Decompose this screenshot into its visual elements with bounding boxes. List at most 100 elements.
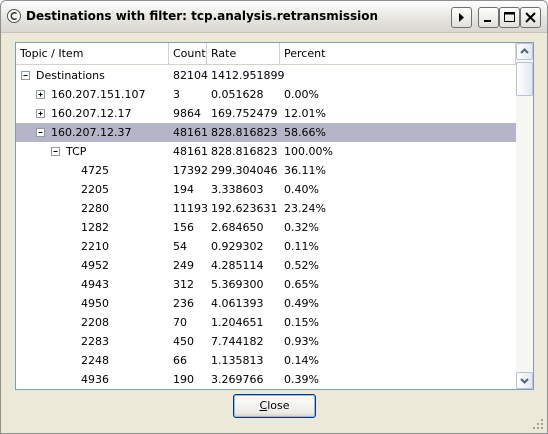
- row-percent: 23.24%: [284, 202, 326, 215]
- row-item: 2248: [81, 354, 109, 367]
- window-menu-arrow-icon: [459, 13, 464, 22]
- minimize-icon: [484, 20, 491, 22]
- row-count: 9864: [173, 107, 201, 120]
- minimize-button[interactable]: [478, 7, 499, 28]
- tree-row[interactable]: 4943 312 5.369300 0.65%: [16, 275, 516, 294]
- row-percent: 0.32%: [284, 221, 319, 234]
- expand-icon[interactable]: [36, 90, 45, 99]
- row-rate: 4.061393: [211, 297, 264, 310]
- row-count: 156: [173, 221, 194, 234]
- window-title: Destinations with filter: tcp.analysis.r…: [26, 9, 379, 23]
- row-percent: 0.11%: [284, 240, 319, 253]
- tree-row[interactable]: 2280 11193 192.623631 23.24%: [16, 199, 516, 218]
- vertical-scrollbar[interactable]: [516, 43, 533, 389]
- row-rate: 3.269766: [211, 373, 264, 386]
- row-percent: 0.52%: [284, 259, 319, 272]
- row-count: 48161: [173, 126, 208, 139]
- row-count: 450: [173, 335, 194, 348]
- row-item: 160.207.12.17: [51, 107, 132, 120]
- tree-row[interactable]: 160.207.151.107 3 0.051628 0.00%: [16, 85, 516, 104]
- row-percent: 12.01%: [284, 107, 326, 120]
- window-menu-button[interactable]: [451, 7, 472, 28]
- row-rate: 5.369300: [211, 278, 264, 291]
- row-rate: 192.623631: [211, 202, 278, 215]
- row-item: 160.207.151.107: [51, 88, 146, 101]
- row-count: 249: [173, 259, 194, 272]
- row-percent: 0.40%: [284, 183, 319, 196]
- title-bar[interactable]: Destinations with filter: tcp.analysis.r…: [1, 1, 547, 33]
- tree-row[interactable]: Destinations 82104 1412.951899: [16, 66, 516, 85]
- tree-row[interactable]: 4950 236 4.061393 0.49%: [16, 294, 516, 313]
- scroll-down-button[interactable]: [516, 372, 533, 389]
- column-header-topic[interactable]: Topic / Item: [16, 43, 169, 64]
- column-header-count[interactable]: Count: [169, 43, 207, 64]
- collapse-icon[interactable]: [36, 128, 45, 137]
- row-item: 4943: [81, 278, 109, 291]
- dialog-window: Destinations with filter: tcp.analysis.r…: [0, 0, 548, 434]
- row-rate: 0.051628: [211, 88, 264, 101]
- row-item: 1282: [81, 221, 109, 234]
- row-item: 2283: [81, 335, 109, 348]
- tree-row[interactable]: 4725 17392 299.304046 36.11%: [16, 161, 516, 180]
- row-count: 82104: [173, 69, 208, 82]
- row-count: 17392: [173, 164, 208, 177]
- row-item: 4725: [81, 164, 109, 177]
- row-item: 4936: [81, 373, 109, 386]
- maximize-button[interactable]: [499, 7, 520, 28]
- row-rate: 2.684650: [211, 221, 264, 234]
- row-percent: 58.66%: [284, 126, 326, 139]
- close-icon: [525, 12, 536, 23]
- row-rate: 828.816823: [211, 126, 278, 139]
- tree-row[interactable]: 2283 450 7.744182 0.93%: [16, 332, 516, 351]
- scroll-thumb[interactable]: [516, 62, 533, 96]
- tree-row[interactable]: 2205 194 3.338603 0.40%: [16, 180, 516, 199]
- app-icon[interactable]: [7, 9, 21, 23]
- row-rate: 828.816823: [211, 145, 278, 158]
- row-count: 236: [173, 297, 194, 310]
- row-percent: 0.15%: [284, 316, 319, 329]
- row-item: TCP: [66, 145, 87, 158]
- row-item: Destinations: [36, 69, 105, 82]
- row-percent: 0.14%: [284, 354, 319, 367]
- row-count: 312: [173, 278, 194, 291]
- tree-row[interactable]: 2208 70 1.204651 0.15%: [16, 313, 516, 332]
- row-item: 2210: [81, 240, 109, 253]
- column-header-percent[interactable]: Percent: [280, 43, 516, 64]
- row-percent: 36.11%: [284, 164, 326, 177]
- tree-row[interactable]: TCP 48161 828.816823 100.00%: [16, 142, 516, 161]
- row-item: 2280: [81, 202, 109, 215]
- row-percent: 0.39%: [284, 373, 319, 386]
- row-count: 70: [173, 316, 187, 329]
- collapse-icon[interactable]: [21, 71, 30, 80]
- scroll-up-button[interactable]: [516, 43, 533, 60]
- tree-row[interactable]: 160.207.12.17 9864 169.752479 12.01%: [16, 104, 516, 123]
- row-rate: 1.135813: [211, 354, 264, 367]
- tree-row[interactable]: 4936 190 3.269766 0.39%: [16, 370, 516, 389]
- tree-row[interactable]: 4952 249 4.285114 0.52%: [16, 256, 516, 275]
- row-count: 3: [173, 88, 180, 101]
- collapse-icon[interactable]: [51, 147, 60, 156]
- resize-grip-icon[interactable]: [531, 417, 545, 431]
- row-count: 11193: [173, 202, 208, 215]
- row-count: 194: [173, 183, 194, 196]
- row-rate: 7.744182: [211, 335, 264, 348]
- row-percent: 0.00%: [284, 88, 319, 101]
- column-header-rate[interactable]: Rate: [207, 43, 280, 64]
- tree-row[interactable]: 1282 156 2.684650 0.32%: [16, 218, 516, 237]
- row-count: 54: [173, 240, 187, 253]
- expand-icon[interactable]: [36, 109, 45, 118]
- row-rate: 4.285114: [211, 259, 264, 272]
- row-rate: 3.338603: [211, 183, 264, 196]
- close-button[interactable]: Close: [233, 394, 316, 418]
- column-header: Topic / Item Count Rate Percent: [16, 43, 516, 65]
- tree-row[interactable]: 160.207.12.37 48161 828.816823 58.66%: [16, 123, 516, 142]
- row-percent: 0.49%: [284, 297, 319, 310]
- tree-row[interactable]: 2248 66 1.135813 0.14%: [16, 351, 516, 370]
- close-window-button[interactable]: [520, 7, 541, 28]
- row-item: 4950: [81, 297, 109, 310]
- row-percent: 0.65%: [284, 278, 319, 291]
- row-item: 4952: [81, 259, 109, 272]
- row-rate: 1412.951899: [211, 69, 285, 82]
- tree-row[interactable]: 2210 54 0.929302 0.11%: [16, 237, 516, 256]
- statistics-tree-list[interactable]: Topic / Item Count Rate Percent Destinat…: [15, 42, 534, 390]
